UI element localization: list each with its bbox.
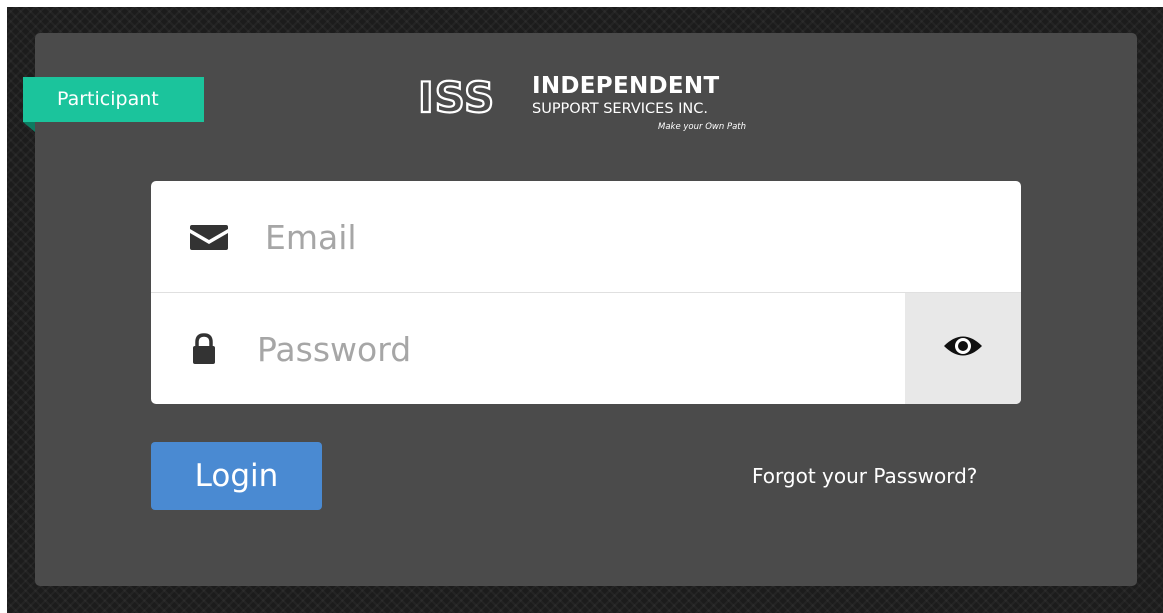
iss-logo-mark: ISS <box>418 75 495 119</box>
brand-tagline: Make your Own Path <box>658 122 746 132</box>
show-password-button[interactable] <box>905 293 1021 404</box>
forgot-password-link[interactable]: Forgot your Password? <box>752 464 977 488</box>
password-row <box>151 293 1021 404</box>
brand-logo: ISS INDEPENDENT SUPPORT SERVICES INC. Ma… <box>418 72 758 142</box>
envelope-icon <box>187 181 231 292</box>
login-form <box>151 181 1021 404</box>
brand-name: INDEPENDENT <box>532 73 720 99</box>
eye-icon <box>943 333 983 364</box>
ribbon-fold <box>23 122 35 132</box>
lock-icon <box>187 293 221 404</box>
iss-logo-letters: ISS <box>418 75 495 119</box>
password-input[interactable] <box>257 323 877 375</box>
email-input[interactable] <box>265 211 965 263</box>
participant-badge: Participant <box>23 77 204 122</box>
brand-subtitle: SUPPORT SERVICES INC. <box>532 101 709 117</box>
email-row <box>151 181 1021 293</box>
login-button[interactable]: Login <box>151 442 322 510</box>
